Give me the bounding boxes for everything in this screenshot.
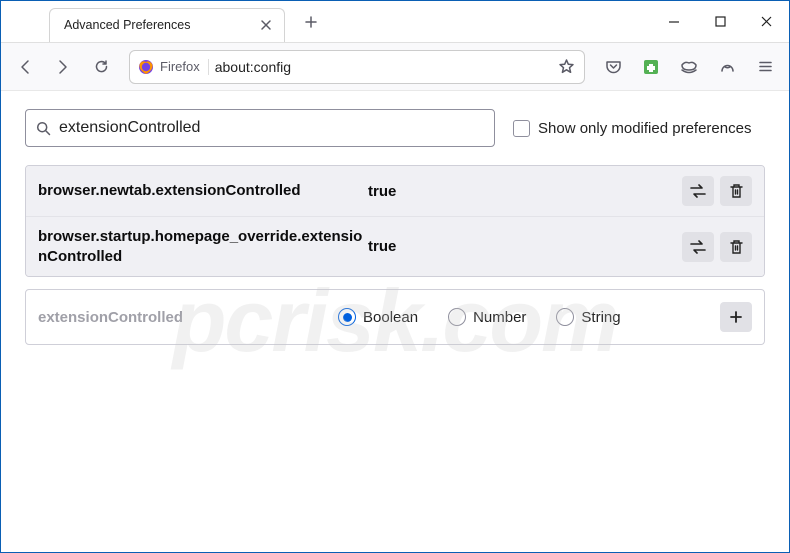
radio-label: String	[581, 309, 620, 326]
new-tab-button[interactable]	[297, 8, 325, 36]
relay-button[interactable]	[673, 51, 705, 83]
new-preference-row: extensionControlled Boolean Number Strin…	[25, 289, 765, 345]
window-controls	[651, 1, 789, 43]
toggle-button[interactable]	[682, 176, 714, 206]
search-box[interactable]	[25, 109, 495, 147]
pref-value: true	[368, 183, 682, 200]
radio-icon	[338, 308, 356, 326]
new-pref-name: extensionControlled	[38, 309, 338, 326]
identity-label: Firefox	[160, 59, 200, 74]
delete-button[interactable]	[720, 232, 752, 262]
bookmark-star-icon[interactable]	[556, 57, 576, 77]
firefox-icon	[138, 59, 154, 75]
tab-title: Advanced Preferences	[64, 18, 258, 32]
close-icon[interactable]	[258, 17, 274, 33]
pocket-button[interactable]	[597, 51, 629, 83]
extension-button[interactable]	[635, 51, 667, 83]
identity-box[interactable]: Firefox	[138, 59, 209, 75]
url-bar[interactable]: Firefox	[129, 50, 585, 84]
toggle-button[interactable]	[682, 232, 714, 262]
url-input[interactable]	[215, 59, 556, 75]
minimize-button[interactable]	[651, 1, 697, 43]
forward-button[interactable]	[47, 51, 79, 83]
radio-boolean[interactable]: Boolean	[338, 308, 418, 326]
add-button[interactable]	[720, 302, 752, 332]
type-radio-group: Boolean Number String	[338, 308, 720, 326]
show-modified-label: Show only modified preferences	[538, 120, 751, 137]
checkbox-icon[interactable]	[513, 120, 530, 137]
close-window-button[interactable]	[743, 1, 789, 43]
table-row: browser.startup.homepage_override.extens…	[26, 216, 764, 276]
radio-label: Boolean	[363, 309, 418, 326]
table-row: browser.newtab.extensionControlled true	[26, 166, 764, 216]
radio-label: Number	[473, 309, 526, 326]
pref-name: browser.newtab.extensionControlled	[38, 181, 368, 201]
titlebar: Advanced Preferences	[1, 1, 789, 43]
pref-actions	[682, 232, 752, 262]
browser-tab[interactable]: Advanced Preferences	[49, 8, 285, 42]
search-row: Show only modified preferences	[25, 109, 765, 147]
reload-button[interactable]	[85, 51, 117, 83]
pref-value: true	[368, 238, 682, 255]
pref-actions	[682, 176, 752, 206]
radio-string[interactable]: String	[556, 308, 620, 326]
toolbar: Firefox	[1, 43, 789, 91]
search-icon	[36, 121, 51, 136]
pref-name: browser.startup.homepage_override.extens…	[38, 227, 368, 266]
delete-button[interactable]	[720, 176, 752, 206]
search-input[interactable]	[59, 119, 484, 137]
radio-icon	[448, 308, 466, 326]
config-content: Show only modified preferences browser.n…	[1, 91, 789, 363]
menu-button[interactable]	[749, 51, 781, 83]
back-button[interactable]	[9, 51, 41, 83]
radio-number[interactable]: Number	[448, 308, 526, 326]
radio-icon	[556, 308, 574, 326]
maximize-button[interactable]	[697, 1, 743, 43]
preferences-table: browser.newtab.extensionControlled true …	[25, 165, 765, 277]
show-modified-checkbox[interactable]: Show only modified preferences	[513, 120, 751, 137]
account-button[interactable]	[711, 51, 743, 83]
